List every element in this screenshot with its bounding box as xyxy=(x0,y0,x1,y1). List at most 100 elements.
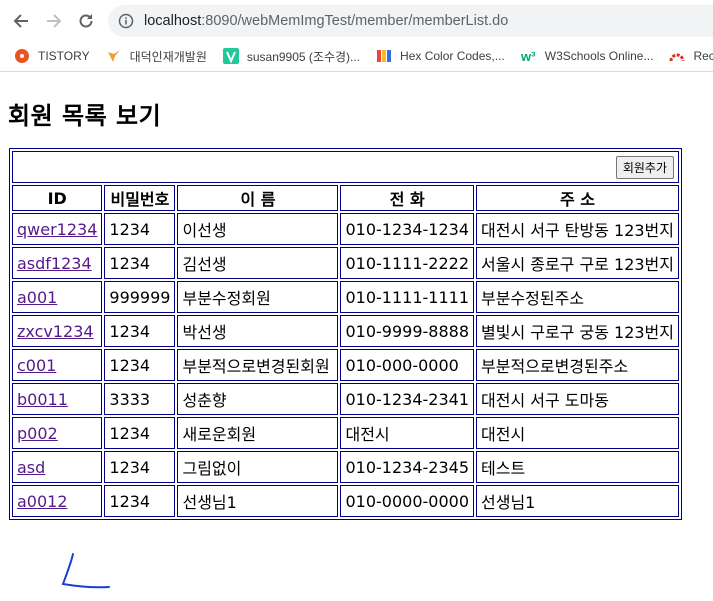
address-cell: 부분수정된주소 xyxy=(476,281,679,313)
member-id-link[interactable]: a0012 xyxy=(17,492,68,511)
address-cell: 부분적으로변경된주소 xyxy=(476,349,679,381)
svg-text:w³: w³ xyxy=(521,49,536,64)
member-table: 회원추가 ID 비밀번호 이 름 전 화 주 소 qwer1234 1234 이선생… xyxy=(9,148,682,520)
pen-scribble xyxy=(61,553,110,589)
password-cell: 1234 xyxy=(104,451,176,483)
name-cell: 부분수정회원 xyxy=(177,281,339,313)
hex-color-icon xyxy=(376,48,392,64)
member-id-link[interactable]: zxcv1234 xyxy=(17,322,94,341)
member-id-cell: asd xyxy=(12,451,103,483)
table-row: qwer1234 1234 이선생 010-1234-1234 대전시 서구 탄방동 1… xyxy=(12,213,679,245)
table-row: c001 1234 부분적으로변경된회원 010-000-0000 부분적으로변경된주소 xyxy=(12,349,679,381)
phone-cell: 010-000-0000 xyxy=(340,349,474,381)
tistory-icon xyxy=(14,48,30,64)
back-button[interactable] xyxy=(8,8,34,34)
column-header-phone: 전 화 xyxy=(340,185,474,211)
bookmark-label: 대덕인재개발원 xyxy=(129,49,207,64)
phone-cell: 010-1111-2222 xyxy=(340,247,474,279)
column-header-password: 비밀번호 xyxy=(104,185,176,211)
bookmark-tistory[interactable]: TISTORY xyxy=(14,48,90,64)
phone-cell: 010-1234-2341 xyxy=(340,383,474,415)
password-cell: 3333 xyxy=(104,383,176,415)
address-cell: 대전시 xyxy=(476,417,679,449)
address-cell: 테스트 xyxy=(476,451,679,483)
url-host: localhost xyxy=(144,13,202,29)
address-bar[interactable]: localhost:8090/webMemImgTest/member/memb… xyxy=(108,5,713,37)
password-cell: 1234 xyxy=(104,485,176,517)
member-id-link[interactable]: c001 xyxy=(17,356,56,375)
address-cell: 대전시 서구 탄방동 123번지 xyxy=(476,213,679,245)
w3schools-icon: w³ xyxy=(521,48,537,64)
back-arrow-icon xyxy=(13,14,28,28)
member-id-link[interactable]: b0011 xyxy=(17,390,68,409)
member-id-cell: c001 xyxy=(12,349,103,381)
member-id-link[interactable]: asdf1234 xyxy=(17,254,92,273)
url-text: localhost:8090/webMemImgTest/member/memb… xyxy=(144,13,508,29)
info-icon[interactable] xyxy=(118,13,134,29)
member-rows: qwer1234 1234 이선생 010-1234-1234 대전시 서구 탄방동 1… xyxy=(12,213,679,517)
address-cell: 선생님1 xyxy=(476,485,679,517)
name-cell: 성춘향 xyxy=(177,383,339,415)
password-cell: 1234 xyxy=(104,247,176,279)
page-content: 회원 목록 보기 회원추가 ID 비밀번호 이 름 전 화 주 소 qwer12… xyxy=(0,72,713,589)
column-header-name: 이 름 xyxy=(177,185,339,211)
reload-button[interactable] xyxy=(73,8,99,34)
bookmark-label: TISTORY xyxy=(38,49,90,63)
forward-button[interactable] xyxy=(41,8,67,34)
password-cell: 1234 xyxy=(104,417,176,449)
rec-icon xyxy=(669,48,685,64)
password-cell: 1234 xyxy=(104,349,176,381)
bookmark-velog[interactable]: susan9905 (조수경)... xyxy=(222,48,361,65)
bookmark-daedeok[interactable]: 대덕인재개발원 xyxy=(106,48,207,65)
table-row: p002 1234 새로운회원 대전시 대전시 xyxy=(12,417,679,449)
password-cell: 1234 xyxy=(104,213,176,245)
bookmark-label: W3Schools Online... xyxy=(544,49,654,63)
table-row: asdf1234 1234 김선생 010-1111-2222 서울시 종로구 구로 1… xyxy=(12,247,679,279)
bookmark-rec[interactable]: Rec xyxy=(669,48,713,64)
daedeok-icon xyxy=(106,48,122,64)
bookmark-label: susan9905 (조수경)... xyxy=(246,49,361,64)
reload-icon xyxy=(79,14,93,28)
member-id-cell: a001 xyxy=(12,281,103,313)
phone-cell: 010-1234-2345 xyxy=(340,451,474,483)
name-cell: 박선생 xyxy=(177,315,339,347)
member-id-link[interactable]: a001 xyxy=(17,288,57,307)
name-cell: 이선생 xyxy=(177,213,339,245)
name-cell: 부분적으로변경된회원 xyxy=(177,349,339,381)
password-cell: 999999 xyxy=(104,281,176,313)
bookmark-hex-color[interactable]: Hex Color Codes,... xyxy=(376,48,505,64)
add-cell: 회원추가 xyxy=(12,151,679,183)
page-title: 회원 목록 보기 xyxy=(8,102,162,130)
address-cell: 서울시 종로구 구로 123번지 xyxy=(476,247,679,279)
table-row: a0012 1234 선생님1 010-0000-0000 선생님1 xyxy=(12,485,679,517)
table-row: asd 1234 그림없이 010-1234-2345 테스트 xyxy=(12,451,679,483)
name-cell: 새로운회원 xyxy=(177,417,339,449)
url-path: :8090/webMemImgTest/member/memberList.do xyxy=(201,13,509,29)
member-id-link[interactable]: p002 xyxy=(17,424,58,443)
member-id-cell: asdf1234 xyxy=(12,247,103,279)
forward-arrow-icon xyxy=(47,14,62,28)
bookmark-label: Rec xyxy=(693,49,713,63)
header-row: ID 비밀번호 이 름 전 화 주 소 xyxy=(12,185,679,211)
phone-cell: 010-9999-8888 xyxy=(340,315,474,347)
column-header-id: ID xyxy=(12,185,103,211)
member-id-cell: qwer1234 xyxy=(12,213,103,245)
add-member-button[interactable]: 회원추가 xyxy=(615,155,674,179)
phone-cell: 010-1234-1234 xyxy=(340,213,474,245)
table-row: a001 999999 부분수정회원 010-1111-1111 부분수정된주소 xyxy=(12,281,679,313)
velog-icon xyxy=(222,48,239,64)
name-cell: 김선생 xyxy=(177,247,339,279)
bookmarks-bar: TISTORY 대덕인재개발원 susan9905 (조수경)... Hex C… xyxy=(0,41,713,72)
phone-cell: 대전시 xyxy=(340,417,474,449)
member-id-link[interactable]: asd xyxy=(17,458,45,477)
member-id-link[interactable]: qwer1234 xyxy=(17,220,97,239)
table-row: zxcv1234 1234 박선생 010-9999-8888 별빛시 구로구 궁동 1… xyxy=(12,315,679,347)
member-id-cell: a0012 xyxy=(12,485,103,517)
member-id-cell: zxcv1234 xyxy=(12,315,103,347)
bookmark-w3schools[interactable]: w³ W3Schools Online... xyxy=(521,48,654,64)
address-cell: 대전시 서구 도마동 xyxy=(476,383,679,415)
address-cell: 별빛시 구로구 궁동 123번지 xyxy=(476,315,679,347)
member-id-cell: p002 xyxy=(12,417,103,449)
phone-cell: 010-1111-1111 xyxy=(340,281,474,313)
name-cell: 선생님1 xyxy=(177,485,339,517)
